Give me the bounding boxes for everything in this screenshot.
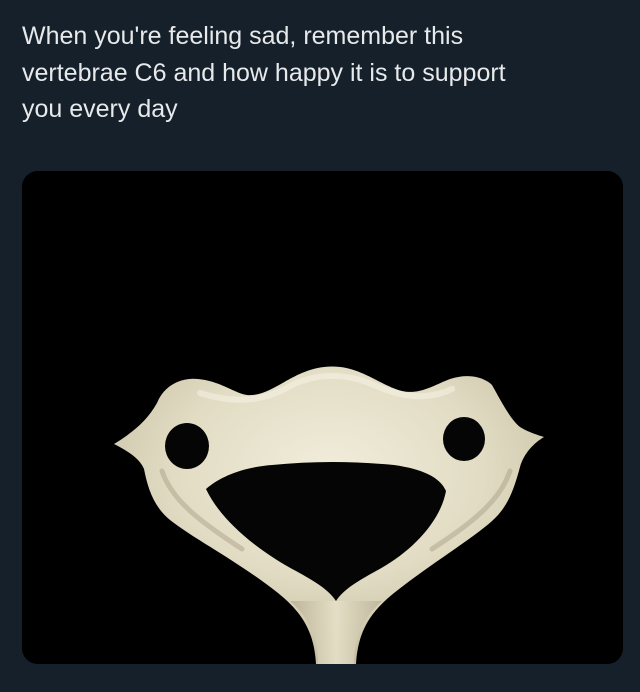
vertebra-bone-icon	[22, 171, 623, 664]
tweet-text: When you're feeling sad, remember this v…	[22, 22, 506, 123]
tweet-image[interactable]	[22, 171, 623, 664]
left-foramen-shape	[165, 423, 209, 469]
right-foramen-shape	[443, 417, 485, 461]
tweet-post: When you're feeling sad, remember this v…	[0, 0, 640, 692]
